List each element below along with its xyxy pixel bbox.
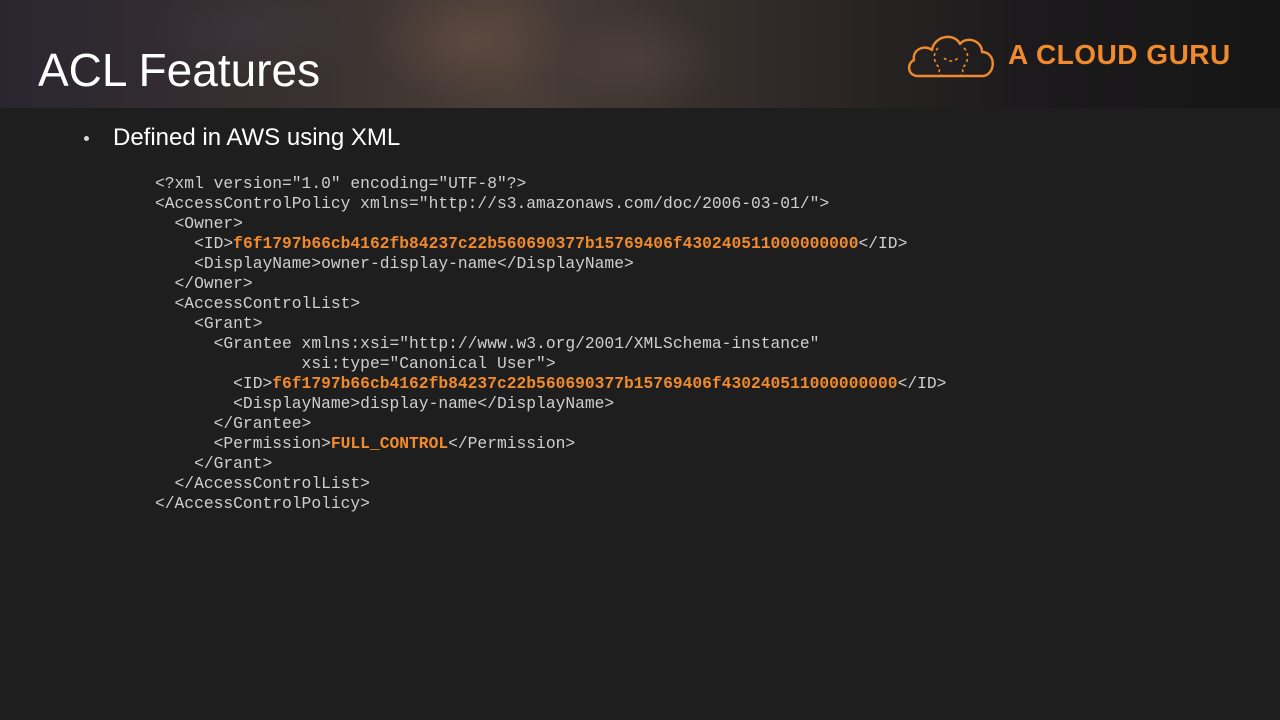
code-line: <?xml version="1.0" encoding="UTF-8"?>: [155, 174, 946, 194]
code-text: <Grantee xmlns:xsi="http://www.w3.org/20…: [155, 334, 820, 353]
slide-title: ACL Features: [38, 44, 321, 96]
code-line: <DisplayName>display-name</DisplayName>: [155, 394, 946, 414]
code-text: <ID>: [155, 234, 234, 253]
bullet-dot-icon: [84, 135, 89, 141]
code-text: <ID>: [155, 374, 273, 393]
code-line: </AccessControlPolicy>: [155, 494, 946, 514]
code-text: </Permission>: [448, 434, 576, 453]
code-text: </Grantee>: [155, 414, 312, 433]
code-text: <AccessControlList>: [155, 294, 361, 313]
code-text: </Owner>: [155, 274, 253, 293]
code-line: <DisplayName>owner-display-name</Display…: [155, 254, 946, 274]
code-text: </ID>: [897, 374, 947, 393]
brand-logo: A CLOUD GURU: [904, 28, 1244, 82]
code-text: </AccessControlPolicy>: [155, 494, 370, 513]
permission-value: FULL_CONTROL: [330, 434, 449, 453]
brand-logo-text: A CLOUD GURU: [1008, 39, 1231, 70]
code-text: <Grant>: [155, 314, 263, 333]
code-text: <?xml version="1.0" encoding="UTF-8"?>: [155, 174, 527, 193]
owner-id-value: f6f1797b66cb4162fb84237c22b560690377b157…: [233, 234, 859, 253]
code-text: </ID>: [858, 234, 908, 253]
code-text: </AccessControlList>: [155, 474, 370, 493]
code-line: <AccessControlList>: [155, 294, 946, 314]
code-line: </AccessControlList>: [155, 474, 946, 494]
code-line: </Owner>: [155, 274, 946, 294]
code-text: xsi:type="Canonical User">: [155, 354, 556, 373]
code-line: xsi:type="Canonical User">: [155, 354, 946, 374]
code-text: <AccessControlPolicy xmlns="http://s3.am…: [155, 194, 830, 213]
code-line: </Grantee>: [155, 414, 946, 434]
xml-code-block: <?xml version="1.0" encoding="UTF-8"?> <A…: [155, 174, 946, 514]
code-line: <Grantee xmlns:xsi="http://www.w3.org/20…: [155, 334, 946, 354]
code-line: <ID>f6f1797b66cb4162fb84237c22b560690377…: [155, 374, 946, 394]
code-text: </Grant>: [155, 454, 273, 473]
bullet-text: Defined in AWS using XML: [113, 124, 401, 151]
code-line: <ID>f6f1797b66cb4162fb84237c22b560690377…: [155, 234, 946, 254]
code-text: <DisplayName>display-name</DisplayName>: [155, 394, 615, 413]
code-text: <Owner>: [155, 214, 243, 233]
code-text: <Permission>: [155, 434, 331, 453]
code-line: <Permission>FULL_CONTROL</Permission>: [155, 434, 946, 454]
code-line: <Owner>: [155, 214, 946, 234]
bullet-item: Defined in AWS using XML: [84, 122, 400, 154]
code-line: <Grant>: [155, 314, 946, 334]
code-line: <AccessControlPolicy xmlns="http://s3.am…: [155, 194, 946, 214]
code-text: <DisplayName>owner-display-name</Display…: [155, 254, 634, 273]
grantee-id-value: f6f1797b66cb4162fb84237c22b560690377b157…: [272, 374, 898, 393]
code-line: </Grant>: [155, 454, 946, 474]
cloud-with-guru-figure-icon: [907, 35, 994, 78]
